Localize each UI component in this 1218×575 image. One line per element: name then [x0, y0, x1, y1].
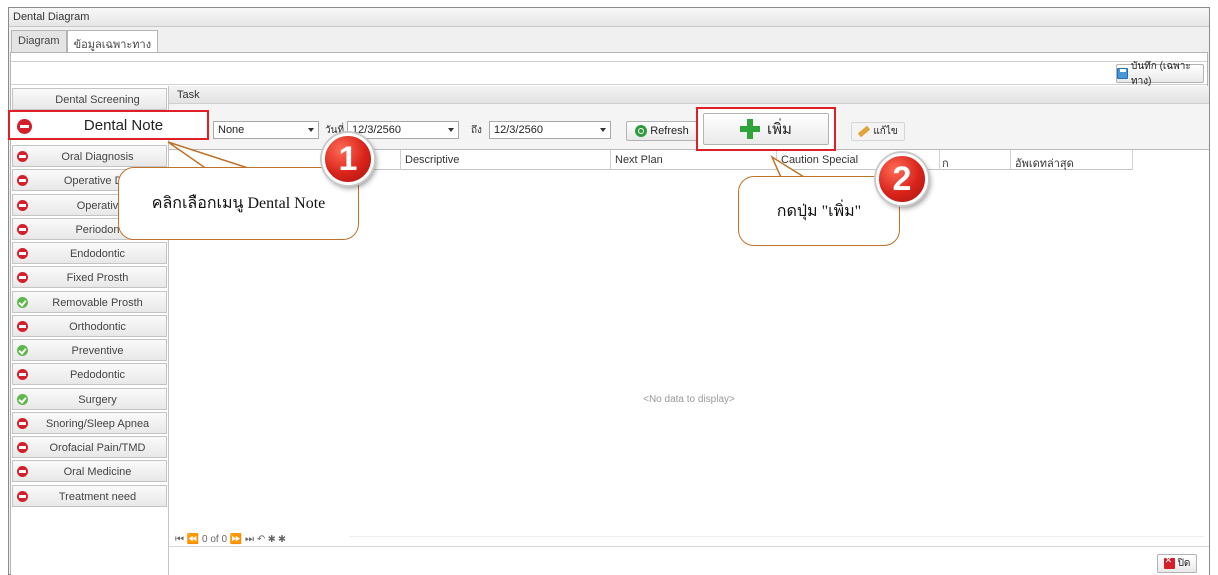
menu-item-orofacial-pain-tmd[interactable]: Orofacial Pain/TMD — [12, 436, 167, 458]
pencil-icon — [858, 125, 871, 138]
menu-item-label: Orthodontic — [69, 321, 126, 333]
column-header-last-updated[interactable]: อัพเดทล่าสุด — [1011, 150, 1133, 170]
edit-button[interactable]: แก้ไข — [851, 122, 905, 141]
menu-item-oral-medicine[interactable]: Oral Medicine — [12, 460, 167, 482]
step-1-badge: 1 — [322, 133, 374, 185]
menu-item-label: Snoring/Sleep Apnea — [45, 418, 150, 430]
top-toolbar: บันทึก (เฉพาะทาง) — [11, 61, 1207, 87]
tab-diagram[interactable]: Diagram — [11, 30, 67, 52]
callout-step-2: กดปุ่ม "เพิ่ม" — [738, 176, 900, 246]
status-blocked-icon — [17, 491, 28, 502]
close-button[interactable]: ปิด — [1157, 554, 1197, 573]
status-blocked-icon — [17, 119, 32, 134]
refresh-label: Refresh — [650, 125, 689, 137]
tab-strip: Diagram ข้อมูลเฉพาะทาง — [11, 30, 159, 52]
status-filter-dropdown[interactable]: None — [213, 121, 319, 139]
specialty-menu: Dental Screening Oral Diagnosis Operative… — [11, 86, 169, 575]
callout-step-1: คลิกเลือกเมนู Dental Note — [118, 167, 359, 240]
menu-item-label: Dental Note — [83, 117, 164, 134]
menu-item-snoring-sleep-apnea[interactable]: Snoring/Sleep Apnea — [12, 412, 167, 434]
menu-item-removable-prosth[interactable]: Removable Prosth — [12, 291, 167, 313]
status-blocked-icon — [17, 248, 28, 259]
status-ok-icon — [17, 345, 28, 356]
close-label: ปิด — [1177, 558, 1191, 569]
tab-specialty-data[interactable]: ข้อมูลเฉพาะทาง — [66, 30, 159, 52]
status-blocked-icon — [17, 175, 28, 186]
menu-item-label: Dental Screening — [55, 94, 140, 106]
dental-diagram-window: Dental Diagram Diagram ข้อมูลเฉพาะทาง บั… — [8, 7, 1210, 575]
status-blocked-icon — [17, 321, 28, 332]
date-to-value: 12/3/2560 — [494, 124, 543, 136]
status-blocked-icon — [17, 369, 28, 380]
save-icon — [1117, 68, 1128, 79]
status-ok-icon — [17, 297, 28, 308]
date-from-picker[interactable]: 12/3/2560 — [347, 121, 459, 139]
chevron-down-icon — [448, 128, 454, 132]
chevron-down-icon — [308, 128, 314, 132]
horizontal-scrollbar[interactable] — [349, 536, 1204, 544]
save-label: บันทึก (เฉพาะทาง) — [1130, 60, 1191, 87]
callout-step-1-text: คลิกเลือกเมนู Dental Note — [151, 195, 326, 212]
callout-step-2-text: กดปุ่ม "เพิ่ม" — [776, 202, 862, 220]
column-header-next-plan[interactable]: Next Plan — [611, 150, 777, 170]
menu-item-orthodontic[interactable]: Orthodontic — [12, 315, 167, 337]
menu-item-label: Pedodontic — [69, 369, 126, 381]
column-header-descriptive[interactable]: Descriptive — [401, 150, 611, 170]
menu-item-label: Fixed Prosth — [66, 272, 129, 284]
menu-item-surgery[interactable]: Surgery — [12, 388, 167, 410]
status-blocked-icon — [17, 442, 28, 453]
status-blocked-icon — [17, 224, 28, 235]
step-2-badge: 2 — [876, 153, 928, 205]
date-to-picker[interactable]: 12/3/2560 — [489, 121, 611, 139]
status-blocked-icon — [17, 151, 28, 162]
menu-item-label: Surgery — [78, 394, 117, 406]
task-header: Task — [169, 86, 1209, 104]
menu-item-dental-screening[interactable]: Dental Screening — [12, 88, 167, 110]
status-blocked-icon — [17, 418, 28, 429]
date-from-value: 12/3/2560 — [352, 124, 401, 136]
add-button[interactable]: เพิ่ม — [703, 113, 829, 145]
edit-label: แก้ไข — [873, 126, 898, 137]
menu-item-label: Treatment need — [58, 491, 137, 503]
status-blocked-icon — [17, 466, 28, 477]
save-specialty-button[interactable]: บันทึก (เฉพาะทาง) — [1116, 61, 1204, 87]
add-button-highlight: เพิ่ม — [696, 107, 836, 151]
menu-item-label: Orofacial Pain/TMD — [49, 442, 146, 454]
chevron-down-icon — [600, 128, 606, 132]
menu-item-pedodontic[interactable]: Pedodontic — [12, 363, 167, 385]
refresh-icon — [635, 125, 648, 137]
menu-item-label: Oral Diagnosis — [61, 151, 134, 163]
date-to-label: ถึง — [471, 125, 482, 136]
menu-item-preventive[interactable]: Preventive — [12, 339, 167, 361]
add-label: เพิ่ม — [767, 121, 792, 138]
menu-item-treatment-need[interactable]: Treatment need — [12, 485, 167, 507]
menu-item-label: Preventive — [71, 345, 124, 357]
refresh-button[interactable]: Refresh — [626, 121, 698, 141]
menu-item-endodontic[interactable]: Endodontic — [12, 242, 167, 264]
empty-grid-message: <No data to display> — [643, 394, 735, 405]
menu-item-label: Endodontic — [69, 248, 126, 260]
menu-item-fixed-prosth[interactable]: Fixed Prosth — [12, 266, 167, 288]
menu-item-label: Removable Prosth — [52, 297, 143, 309]
column-header-partial[interactable]: ก — [940, 150, 1011, 170]
window-title: Dental Diagram — [9, 8, 1209, 27]
close-icon — [1163, 556, 1175, 569]
status-ok-icon — [17, 394, 28, 405]
menu-item-label: Oral Medicine — [63, 466, 132, 478]
status-filter-value: None — [218, 124, 245, 136]
status-blocked-icon — [17, 272, 28, 283]
task-toolbar: None วันที่ 12/3/2560 ถึง 12/3/2560 Refr… — [169, 104, 1209, 151]
divider — [169, 546, 1209, 547]
menu-item-oral-diagnosis[interactable]: Oral Diagnosis — [12, 145, 167, 167]
status-blocked-icon — [17, 200, 28, 211]
menu-item-dental-note[interactable]: Dental Note — [8, 110, 209, 140]
plus-icon — [740, 119, 761, 139]
